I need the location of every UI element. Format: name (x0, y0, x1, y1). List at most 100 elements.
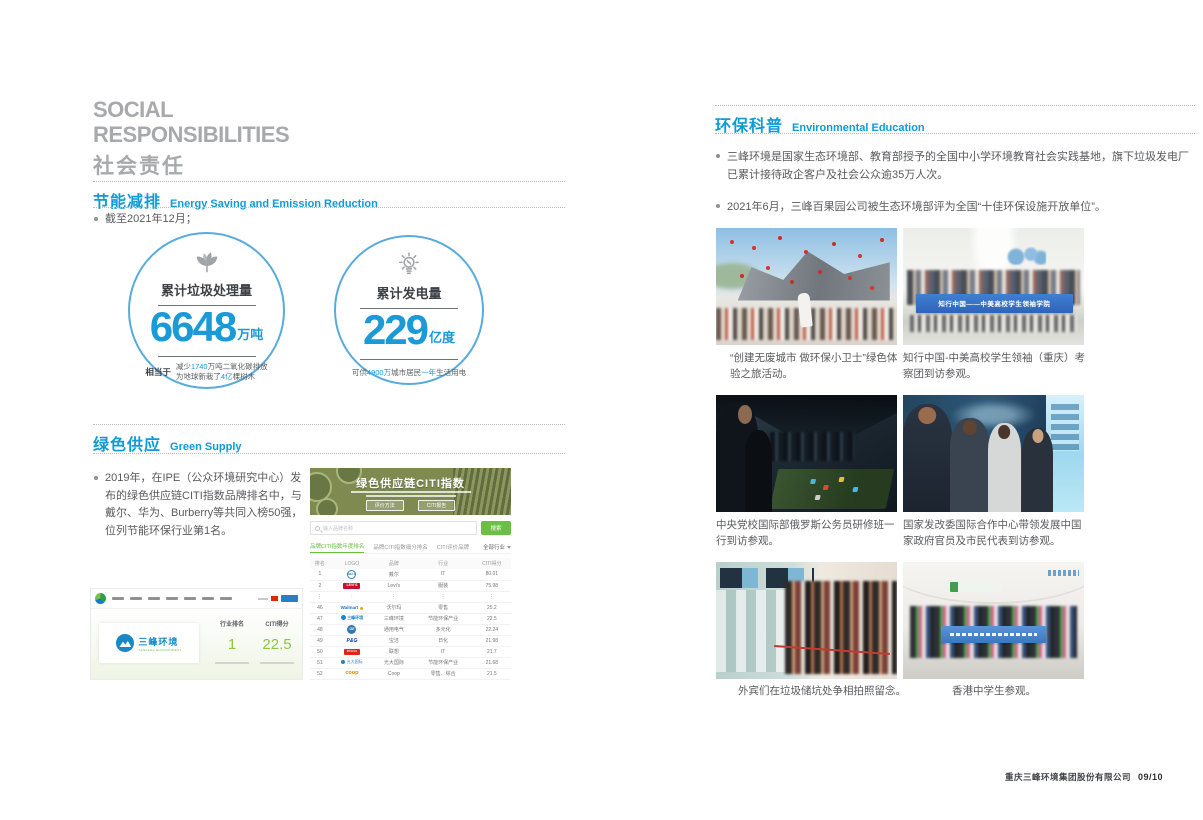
table-row[interactable]: 52 coop Coop 零售、综合 21.5 (310, 668, 511, 679)
stat-number: 229 (363, 307, 427, 353)
divider (158, 356, 256, 357)
brand-logo: coop (345, 671, 358, 677)
official-silhouette (903, 404, 952, 512)
brand-logo: Walmart (341, 606, 364, 611)
company-name: 重庆三峰环境集团股份有限公司 (1005, 771, 1131, 783)
divider (715, 105, 1195, 106)
stat-label: 累计发电量 (376, 283, 441, 302)
filter-label: 全部行业 (483, 543, 505, 551)
note-text: 棵树木 (233, 372, 256, 381)
education-bullet-1: 三峰环境是国家生态环境部、教育部授予的全国中小学环境教育社会实践基地，旗下垃圾发… (716, 148, 1194, 184)
table-row[interactable]: 2 LEVI'S Levi's 服装 75.98 (310, 580, 511, 591)
tab-citi-brands[interactable]: CITI评价品牌 (437, 543, 469, 551)
note-text: 城市居民 (391, 368, 421, 377)
citi-method-button[interactable]: 评价方法 (366, 500, 404, 511)
sanfeng-brand-cn: 三峰环境 (138, 635, 181, 648)
brand-logo: LEVI'S (343, 583, 360, 590)
citi-score-stat: CITI得分 22.5 (254, 619, 300, 664)
stat-note: 可供4900万城市居民一年生活用电 (352, 367, 466, 378)
nav-item[interactable] (148, 597, 160, 600)
login-button[interactable] (281, 595, 298, 602)
fine-print-bar (260, 662, 294, 664)
glass-wall (716, 590, 796, 672)
brand-logo: 三峰环境 (341, 615, 364, 620)
photo-caption: 外宾们在垃圾储坑处争相拍照留念。 (738, 683, 920, 699)
nav-item[interactable] (130, 597, 142, 600)
banner-subtitle-lines (310, 491, 511, 497)
nav-item[interactable] (202, 597, 214, 600)
guests-taking-photos (785, 581, 897, 675)
table-row[interactable]: 49 P&G 宝洁 日化 21.98 (310, 635, 511, 646)
section-title-cn: 绿色供应 (93, 437, 161, 454)
tab-citi-annual-ranking[interactable]: 品牌CITI指数年度排名 (310, 542, 364, 553)
stat-label: 累计垃圾处理量 (161, 280, 252, 299)
note-text: 可供 (352, 368, 367, 377)
ipe-website-screenshot: 三峰环境 SANFENG ENVIRONMENT 行业排名 1 CITI得分 2… (90, 588, 303, 680)
table-row[interactable]: 50 lenovo 联想 IT 21.7 (310, 646, 511, 657)
page-number: 09/10 (1138, 772, 1163, 782)
photo-hongkong-students (903, 562, 1084, 679)
section-title-cn: 节能减排 (93, 194, 161, 211)
search-placeholder: 输入品牌名称 (323, 525, 353, 532)
table-row[interactable]: 1 DELL 戴尔 IT 80.01 (310, 569, 511, 580)
stat-value: 229亿度 (363, 307, 455, 353)
photo-guests-waste-pit (716, 562, 897, 679)
nav-item[interactable] (220, 597, 232, 600)
table-row[interactable]: 46 Walmart 沃尔玛 零售 25.2 (310, 602, 511, 613)
ellipsis: ⋮ (349, 595, 354, 600)
citi-banner-image: 绿色供应链CITI指数 评价方法 CITI报告 (310, 468, 511, 515)
note-highlight: 1740 (191, 362, 208, 371)
industry-filter-dropdown[interactable]: 全部行业 (483, 543, 511, 551)
citi-ranking-table: 排名 LOGO 品牌 行业 CITI得分 1 DELL 戴尔 IT 80.01 … (310, 558, 511, 680)
brand-logo: DELL (347, 570, 356, 579)
stat-unit: 万吨 (237, 324, 263, 343)
education-bullet-2: 2021年6月，三峰百果园公司被生态环境部评为全国“十佳环保设施开放单位”。 (716, 198, 1194, 216)
sanfeng-brand-card: 三峰环境 SANFENG ENVIRONMENT (99, 623, 199, 663)
search-icon (315, 526, 320, 531)
brand-logo: GE (347, 625, 356, 634)
divider (93, 424, 565, 425)
energy-intro-text: 截至2021年12月； (94, 211, 394, 229)
brand-logo: P&G (347, 639, 358, 644)
nav-item[interactable] (112, 597, 124, 600)
green-supply-text: 2019年，在IPE（公众环境研究中心）发布的绿色供应链CITI指数品牌排名中，… (94, 470, 307, 540)
table-row-sanfeng[interactable]: 47 三峰环境 三峰环境 节能环保产业 22.5 (310, 613, 511, 624)
sanfeng-brand-en: SANFENG ENVIRONMENT (138, 648, 181, 652)
divider (93, 207, 565, 208)
page-title-en-line1: SOCIAL (93, 97, 289, 122)
table-row-ellipsis: ⋮ ⋮ ⋮ ⋮ ⋮ (310, 591, 511, 602)
ipe-logo-icon (95, 593, 106, 604)
nav-utility (258, 598, 268, 600)
search-button[interactable]: 搜索 (481, 521, 511, 535)
stat-power-generation: 累计发电量 229亿度 可供4900万城市居民一年生活用电 (334, 235, 484, 385)
photo-us-china-student-leaders: 知行中国——中美高校学生领袖学院 (903, 228, 1084, 345)
note-highlight: 一年 (421, 368, 436, 377)
table-row[interactable]: 51 光大国际 光大国际 节能环保产业 21.68 (310, 657, 511, 668)
page-title-en-line2: RESPONSIBILITIES (93, 122, 289, 147)
tab-citi-detail-ranking[interactable]: 品牌CITI指数细分排名 (373, 543, 427, 551)
brand-search-input[interactable]: 输入品牌名称 (310, 521, 477, 535)
citi-banner-title: 绿色供应链CITI指数 (310, 475, 511, 491)
chevron-down-icon (507, 546, 511, 549)
citi-report-button[interactable]: CITI报告 (418, 500, 455, 511)
ipe-result-panel: 三峰环境 SANFENG ENVIRONMENT 行业排名 1 CITI得分 2… (91, 609, 302, 680)
page-footer: 重庆三峰环境集团股份有限公司 09/10 (1005, 771, 1163, 783)
photo-caption: 中央党校国际部俄罗斯公务员研修班一行到访参观。 (716, 517, 898, 549)
visitor-crowd (770, 432, 853, 460)
nav-item[interactable] (184, 597, 196, 600)
stat-waste-processing: 累计垃圾处理量 6648万吨 相当于 减少1740万吨二氧化碳排放 为地球新栽了… (128, 232, 285, 389)
col-rank: 排名 (310, 558, 330, 569)
table-row[interactable]: 48 GE 通用电气 多元化 22.24 (310, 624, 511, 635)
divider (93, 453, 565, 454)
bulb-icon (395, 251, 423, 281)
green-logo-sign (950, 582, 1001, 593)
ipe-nav-bar (91, 589, 302, 609)
report-page: SOCIAL RESPONSIBILITIES 社会责任 节能减排Energy … (0, 0, 1203, 820)
industry-rank-stat: 行业排名 1 (209, 619, 255, 664)
world-map-decal (1003, 247, 1046, 266)
nav-item[interactable] (166, 597, 178, 600)
blue-banner: 知行中国——中美高校学生领袖学院 (916, 294, 1073, 314)
equivalent-label: 相当于 (145, 366, 171, 378)
section-title-en: Energy Saving and Emission Reduction (170, 198, 378, 210)
fine-print-bar (215, 662, 249, 664)
